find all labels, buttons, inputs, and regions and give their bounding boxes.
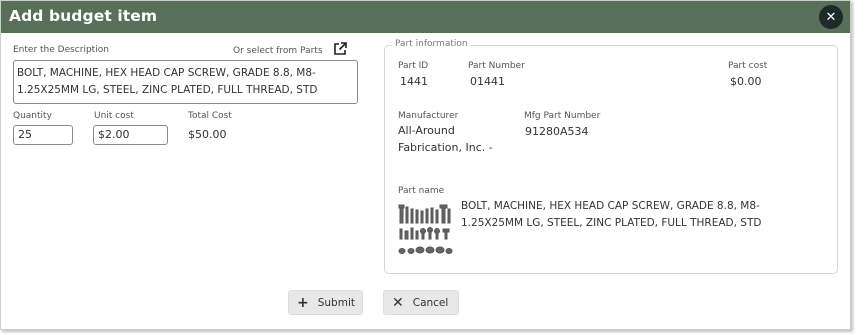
dialog-header: Add budget item ✕ — [1, 1, 850, 33]
close-icon: ✕ — [825, 9, 837, 25]
unit-cost-input[interactable]: $2.00 — [93, 125, 168, 145]
total-cost-label: Total Cost — [188, 111, 232, 121]
submit-label: Submit — [317, 296, 355, 309]
select-from-parts-link[interactable]: Or select from Parts — [233, 46, 323, 56]
description-input[interactable]: BOLT, MACHINE, HEX HEAD CAP SCREW, GRADE… — [13, 60, 358, 104]
part-name-label: Part name — [398, 186, 445, 196]
mfg-part-number-label: Mfg Part Number — [524, 111, 601, 121]
unit-cost-label: Unit cost — [94, 111, 134, 121]
close-button[interactable]: ✕ — [819, 5, 843, 29]
plus-icon: + — [297, 294, 309, 311]
part-cost-value: $0.00 — [730, 75, 762, 88]
cancel-button[interactable]: ✕ Cancel — [383, 290, 459, 315]
add-budget-item-dialog: Add budget item ✕ Enter the Description … — [0, 0, 851, 330]
mfg-part-number-value: 91280A534 — [525, 125, 589, 138]
part-id-value: 1441 — [400, 75, 428, 88]
manufacturer-value: All-Around Fabrication, Inc. - — [398, 124, 493, 154]
part-name-value: BOLT, MACHINE, HEX HEAD CAP SCREW, GRADE… — [461, 200, 762, 229]
part-information-legend: Part information — [392, 39, 471, 49]
part-number-label: Part Number — [468, 61, 525, 71]
quantity-input[interactable]: 25 — [13, 125, 73, 145]
part-image-thumbnail — [398, 204, 453, 254]
dialog-title: Add budget item — [9, 7, 158, 25]
part-number-value: 01441 — [470, 75, 505, 88]
quantity-label: Quantity — [13, 111, 52, 121]
description-label: Enter the Description — [13, 45, 109, 55]
manufacturer-label: Manufacturer — [398, 111, 459, 121]
submit-button[interactable]: + Submit — [288, 290, 363, 315]
part-id-label: Part ID — [398, 61, 429, 71]
total-cost-value: $50.00 — [188, 128, 227, 141]
part-cost-label: Part cost — [728, 61, 768, 71]
cancel-label: Cancel — [412, 296, 449, 309]
external-link-icon[interactable] — [333, 42, 347, 56]
x-icon: ✕ — [392, 294, 404, 311]
